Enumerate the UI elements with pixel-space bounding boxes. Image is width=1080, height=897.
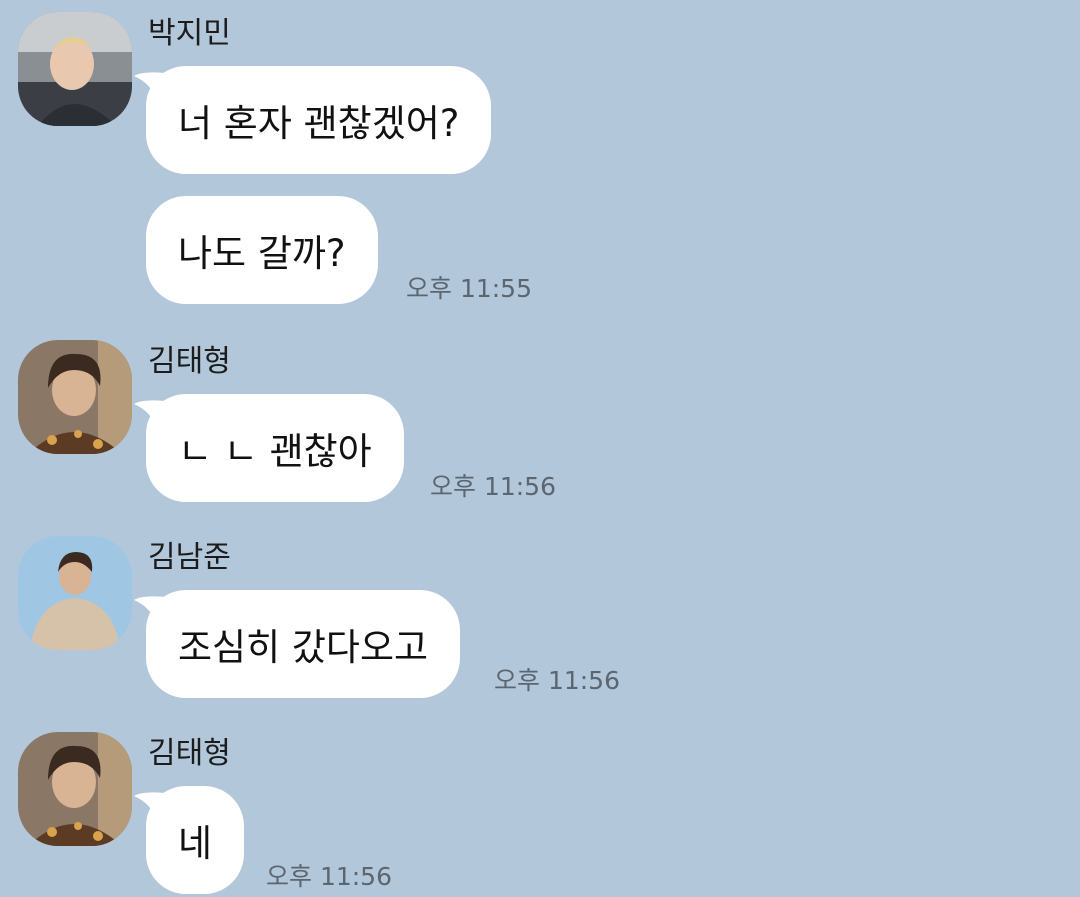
avatar[interactable] xyxy=(18,340,132,454)
message-bubble[interactable]: ㄴ ㄴ 괜찮아 xyxy=(146,394,404,502)
profile-photo-icon xyxy=(18,12,132,126)
avatar[interactable] xyxy=(18,732,132,846)
message-time: 오후 11:55 xyxy=(406,274,532,303)
sender-name: 김태형 xyxy=(148,736,231,771)
message-bubble[interactable]: 조심히 갔다오고 xyxy=(146,590,461,698)
sender-name: 김태형 xyxy=(148,344,231,379)
message-time: 오후 11:56 xyxy=(494,666,620,695)
sender-name: 박지민 xyxy=(148,16,231,51)
profile-photo-icon xyxy=(18,536,132,650)
profile-photo-icon xyxy=(18,340,132,454)
message-bubble[interactable]: 너 혼자 괜찮겠어? xyxy=(146,66,492,174)
avatar[interactable] xyxy=(18,536,132,650)
message-bubble[interactable]: 나도 갈까? xyxy=(146,196,378,304)
sender-name: 김남준 xyxy=(148,540,231,575)
message-bubble[interactable]: 네 xyxy=(146,786,245,894)
avatar[interactable] xyxy=(18,12,132,126)
chat-room: 박지민 너 혼자 괜찮겠어? 나도 갈까? 오후 11:55 김태형 ㄴ ㄴ 괜… xyxy=(0,0,1080,897)
message-time: 오후 11:56 xyxy=(430,472,556,501)
message-time: 오후 11:56 xyxy=(266,862,392,891)
profile-photo-icon xyxy=(18,732,132,846)
